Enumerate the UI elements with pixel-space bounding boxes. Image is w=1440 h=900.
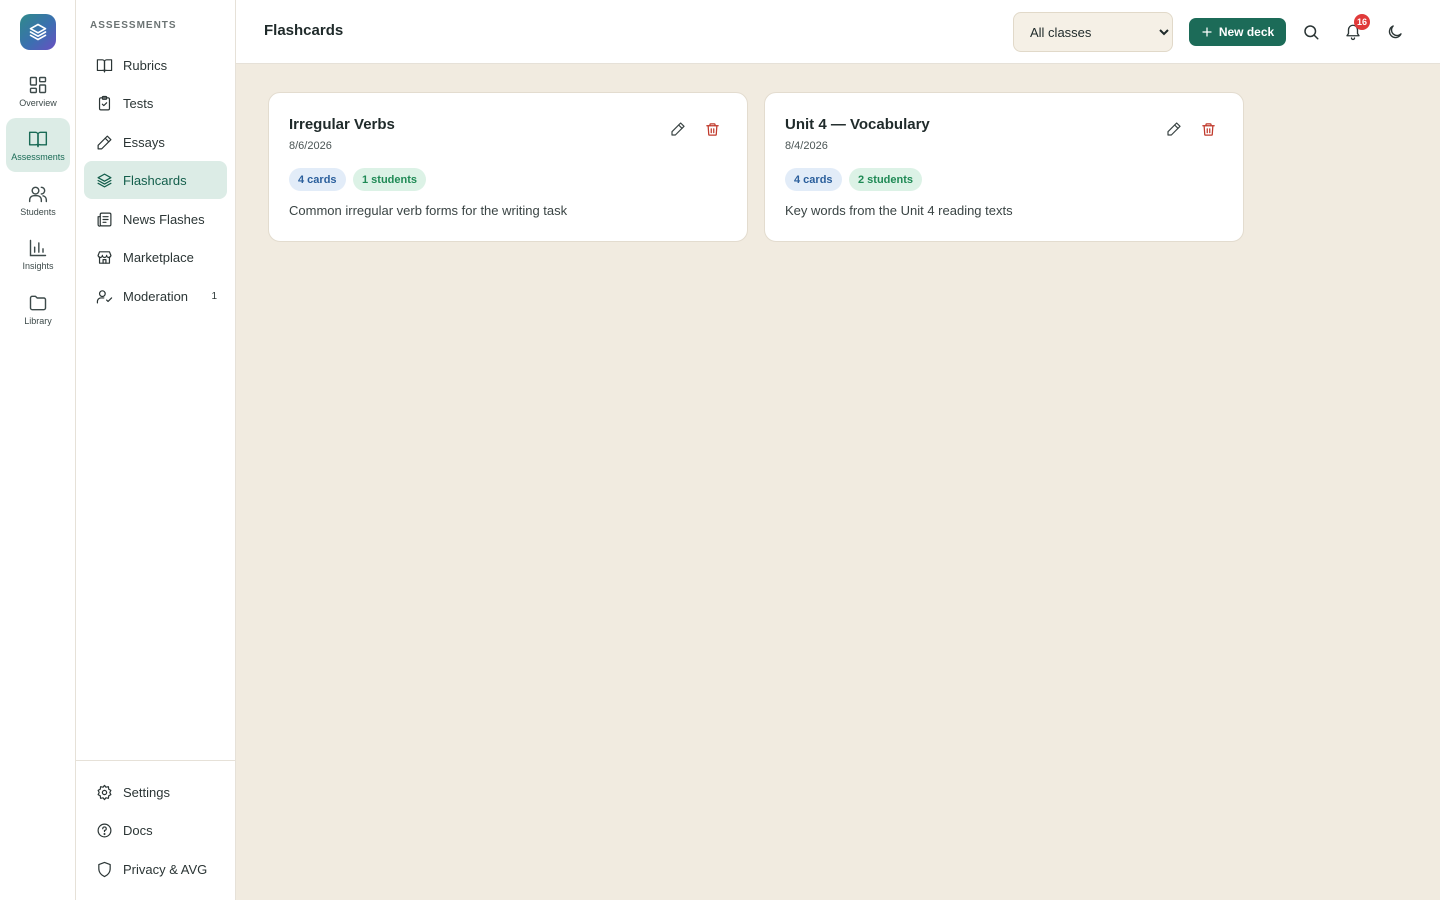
sidebar-item-label: Settings (123, 784, 170, 800)
cards-count-badge: 4 cards (289, 168, 346, 191)
rail-item-overview[interactable]: Overview (6, 64, 70, 118)
pencil-icon (671, 122, 685, 136)
page-title: Flashcards (264, 22, 344, 39)
rail-label: Library (24, 315, 52, 326)
rail-label: Students (20, 206, 56, 217)
rail-item-assessments[interactable]: Assessments (6, 118, 70, 172)
top-header: Flashcards All classes New deck 16 (236, 0, 1440, 64)
theme-toggle-button[interactable] (1383, 20, 1407, 44)
deck-description: Common irregular verb forms for the writ… (289, 203, 568, 218)
rail-item-insights[interactable]: Insights (6, 227, 70, 281)
search-button[interactable] (1299, 20, 1323, 44)
book-icon (96, 58, 113, 72)
delete-deck-button[interactable] (702, 119, 722, 139)
newspaper-icon (97, 212, 112, 227)
new-deck-label: New deck (1218, 25, 1275, 39)
plus-icon (1202, 27, 1212, 37)
sidebar-item-label: Rubrics (123, 57, 168, 73)
rail-label: Overview (19, 97, 57, 108)
moon-icon (1388, 25, 1402, 39)
sidebar-item-news-flashes[interactable]: News Flashes (84, 200, 227, 238)
book-open-icon (28, 131, 48, 147)
rail-item-library[interactable]: Library (6, 282, 70, 336)
app-rail: Overview Assessments Students Insights L… (0, 0, 76, 900)
shield-icon (98, 861, 111, 877)
deck-date: 8/4/2026 (785, 140, 828, 152)
sidebar-item-label: Privacy & AVG (123, 861, 208, 877)
trash-icon (1201, 122, 1215, 136)
sidebar-item-essays[interactable]: Essays (84, 123, 227, 161)
notification-count-badge: 16 (1354, 14, 1371, 30)
pencil-icon (1167, 122, 1181, 136)
sidebar-item-label: News Flashes (123, 211, 205, 227)
deck-card[interactable]: Unit 4 — Vocabulary 8/4/2026 4 cards 2 s… (764, 92, 1244, 242)
help-circle-icon (97, 823, 112, 837)
sidebar-divider (76, 760, 236, 761)
cards-count-badge: 4 cards (785, 168, 842, 191)
sidebar-item-privacy[interactable]: Privacy & AVG (84, 850, 227, 888)
deck-card[interactable]: Irregular Verbs 8/6/2026 4 cards 1 stude… (268, 92, 748, 242)
trash-icon (705, 122, 719, 136)
bar-chart-icon (29, 239, 47, 256)
pen-icon (97, 135, 112, 149)
search-icon (1304, 25, 1319, 40)
sidebar-item-docs[interactable]: Docs (84, 811, 227, 849)
grid-icon (29, 76, 47, 93)
class-filter-select[interactable]: All classes (1013, 12, 1173, 52)
sidebar-item-label: Essays (123, 134, 165, 150)
sidebar-item-label: Moderation (123, 288, 189, 304)
deck-title: Irregular Verbs (289, 116, 395, 133)
sidebar-item-label: Flashcards (123, 172, 187, 188)
sidebar-item-rubrics[interactable]: Rubrics (84, 46, 227, 84)
moderation-count-badge: 1 (211, 290, 217, 302)
layers-icon (29, 23, 47, 41)
sidebar-item-label: Marketplace (123, 249, 194, 265)
delete-deck-button[interactable] (1198, 119, 1218, 139)
sidebar-item-flashcards[interactable]: Flashcards (84, 161, 227, 199)
sidebar-item-tests[interactable]: Tests (84, 84, 227, 122)
clipboard-check-icon (98, 95, 111, 110)
rail-label: Assessments (11, 151, 65, 162)
folder-icon (29, 295, 47, 310)
deck-date: 8/6/2026 (289, 140, 332, 152)
app-logo[interactable] (20, 14, 56, 50)
sidebar-item-moderation[interactable]: Moderation 1 (84, 277, 227, 315)
edit-deck-button[interactable] (1164, 119, 1184, 139)
rail-item-students[interactable]: Students (6, 173, 70, 227)
sidebar-section-title: ASSESSMENTS (90, 20, 177, 31)
new-deck-button[interactable]: New deck (1189, 18, 1286, 46)
assessments-sidebar: ASSESSMENTS Rubrics Tests Essays Flashca… (76, 0, 236, 900)
edit-deck-button[interactable] (668, 119, 688, 139)
students-count-badge: 1 students (353, 168, 427, 191)
sidebar-item-marketplace[interactable]: Marketplace (84, 238, 227, 276)
gear-icon (97, 784, 112, 800)
notifications-button[interactable]: 16 (1341, 14, 1371, 44)
sidebar-item-label: Tests (123, 95, 154, 111)
students-count-badge: 2 students (849, 168, 923, 191)
sidebar-item-settings[interactable]: Settings (84, 773, 227, 811)
deck-title: Unit 4 — Vocabulary (785, 116, 930, 133)
user-check-icon (96, 289, 113, 303)
rail-label: Insights (22, 260, 54, 271)
layers-icon (97, 172, 112, 188)
users-icon (28, 186, 48, 202)
sidebar-item-label: Docs (123, 822, 153, 838)
store-icon (97, 250, 112, 264)
deck-description: Key words from the Unit 4 reading texts (785, 203, 1013, 218)
